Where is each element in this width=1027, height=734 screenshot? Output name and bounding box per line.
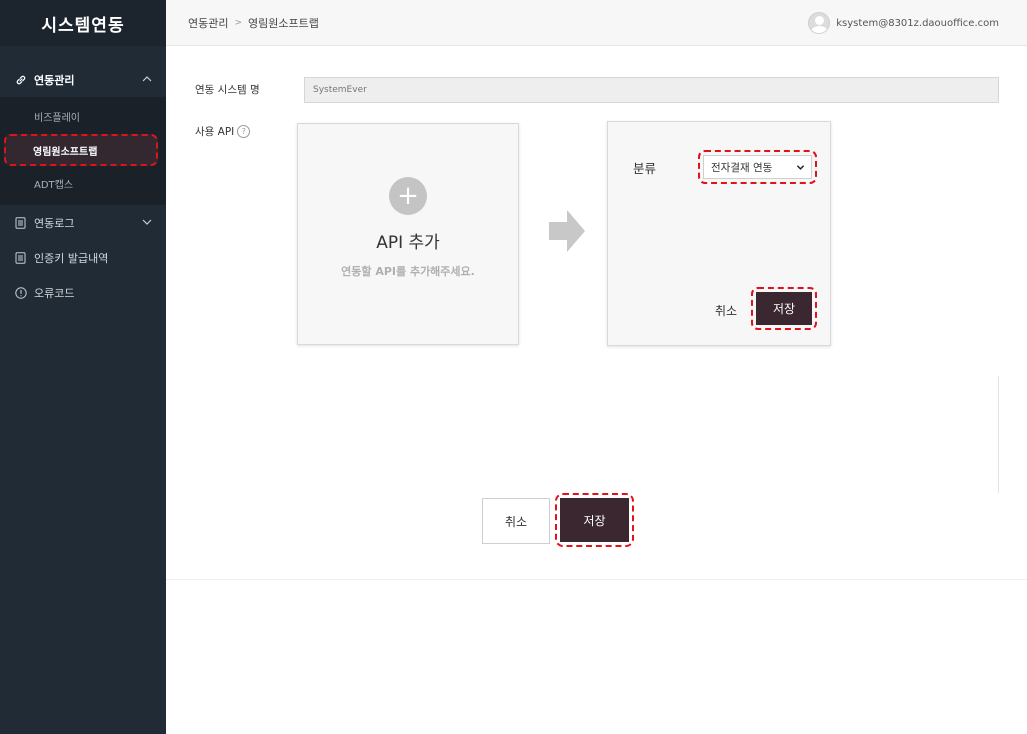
add-api-button[interactable]: + [389, 177, 427, 215]
sidebar-item-label: 연동관리 [34, 73, 75, 87]
category-select-value: 전자결재 연동 [711, 161, 773, 174]
breadcrumb: 연동관리 > 영림원소프트랩 [188, 15, 319, 31]
document-icon [14, 216, 27, 229]
api-add-title: API 추가 [376, 233, 440, 253]
sidebar-item-adt-caps[interactable]: ADT캡스 [0, 166, 166, 201]
menu-group-integration: 연동관리 비즈플레이 영림원소프트랩 ADT캡스 [0, 62, 166, 205]
link-icon [14, 73, 27, 86]
category-select-highlight: 전자결재 연동 [698, 150, 817, 184]
divider-vertical [998, 376, 999, 493]
chevron-down-icon [796, 164, 805, 170]
api-config-card: 분류 전자결재 연동 취소 저장 [607, 121, 831, 346]
system-name-field: SystemEver [304, 77, 999, 103]
submenu-integration: 비즈플레이 영림원소프트랩 ADT캡스 [0, 97, 166, 205]
sidebar-item-integration-management[interactable]: 연동관리 [0, 62, 166, 97]
plus-icon: + [397, 181, 419, 211]
save-button[interactable]: 저장 [560, 498, 629, 542]
card-cancel-button[interactable]: 취소 [715, 302, 737, 319]
card-save-highlight: 저장 [751, 287, 817, 330]
breadcrumb-item-parent[interactable]: 연동관리 [188, 15, 228, 31]
chevron-down-icon[interactable] [142, 217, 152, 227]
system-name-label: 연동 시스템 명 [195, 84, 260, 96]
sidebar-item-label: 인증키 발급내역 [34, 251, 109, 265]
user-menu[interactable]: ksystem@8301z.daouoffice.com [808, 12, 999, 34]
api-label: 사용 API [195, 126, 235, 138]
api-add-description: 연동할 API를 추가해주세요. [341, 265, 475, 278]
breadcrumb-separator: > [234, 17, 243, 28]
card-save-button[interactable]: 저장 [756, 292, 812, 325]
arrow-right-icon [549, 210, 585, 252]
sidebar: 시스템연동 연동관리 비즈플레이 영림원소프트랩 ADT캡스 연동로그 인증키 … [0, 0, 166, 734]
chevron-up-icon[interactable] [142, 74, 152, 84]
sidebar-item-bizplay[interactable]: 비즈플레이 [0, 99, 166, 134]
breadcrumb-item-current: 영림원소프트랩 [248, 16, 319, 30]
top-bar: 연동관리 > 영림원소프트랩 ksystem@8301z.daouoffice.… [166, 0, 1027, 46]
category-label: 분류 [633, 161, 657, 176]
sidebar-item-label: 연동로그 [34, 216, 75, 230]
user-email[interactable]: ksystem@8301z.daouoffice.com [836, 18, 999, 29]
save-button-highlight: 저장 [555, 493, 634, 547]
sidebar-item-auth-key-history[interactable]: 인증키 발급내역 [0, 240, 166, 275]
divider-horizontal [166, 579, 1027, 580]
sidebar-item-integration-log[interactable]: 연동로그 [0, 205, 166, 240]
help-icon[interactable]: ? [237, 125, 251, 138]
document-icon [14, 251, 27, 264]
api-add-card[interactable]: + API 추가 연동할 API를 추가해주세요. [297, 123, 519, 345]
avatar[interactable] [808, 12, 831, 34]
category-select[interactable]: 전자결재 연동 [703, 155, 812, 179]
sidebar-item-younglimwon[interactable]: 영림원소프트랩 [4, 134, 158, 166]
info-circle-icon [14, 286, 27, 299]
sidebar-item-label: 오류코드 [34, 286, 75, 300]
api-label-row: 사용 API ? [195, 124, 251, 139]
sidebar-title: 시스템연동 [0, 0, 166, 46]
cancel-button[interactable]: 취소 [482, 498, 550, 544]
sidebar-item-error-codes[interactable]: 오류코드 [0, 275, 166, 310]
